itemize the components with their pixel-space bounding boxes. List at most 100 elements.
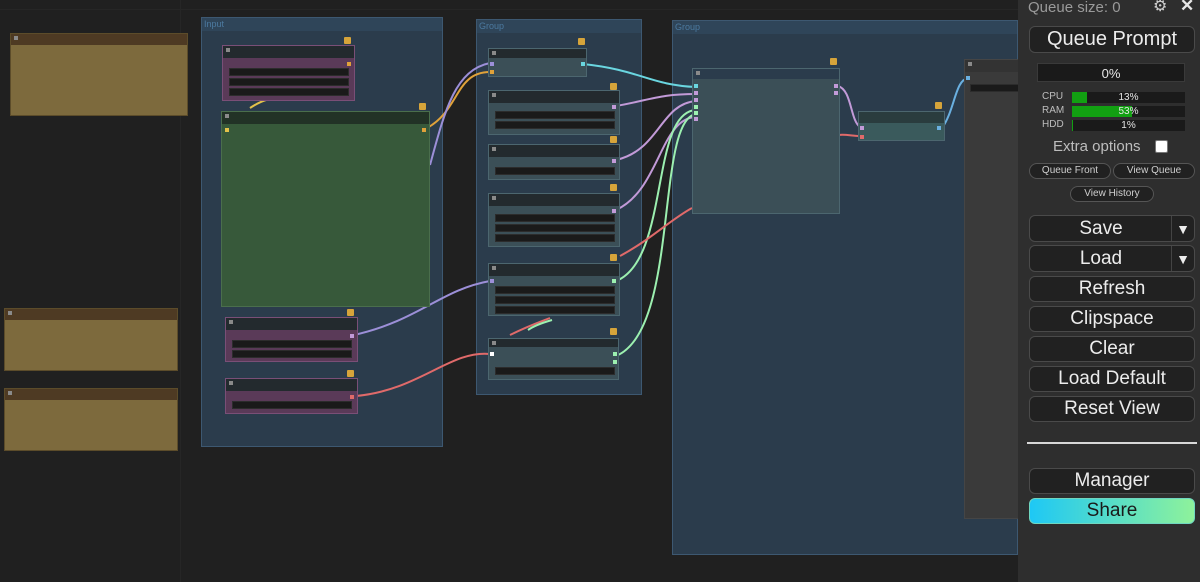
node-preview-image[interactable]: [964, 59, 1018, 519]
output-port[interactable]: [834, 84, 838, 88]
collapse-icon[interactable]: [229, 381, 233, 385]
node-teal[interactable]: [488, 193, 620, 247]
extra-options-label: Extra options: [1053, 138, 1141, 155]
widget-field[interactable]: [232, 350, 352, 358]
widget-field[interactable]: [495, 367, 615, 375]
widget-field[interactable]: [232, 340, 352, 348]
output-port[interactable]: [612, 105, 616, 109]
node-teal[interactable]: [488, 90, 620, 135]
hdd-label: HDD: [1042, 119, 1064, 130]
queue-prompt-button[interactable]: Queue Prompt: [1029, 26, 1195, 53]
gear-icon[interactable]: ⚙: [1153, 0, 1167, 16]
cpu-label: CPU: [1042, 91, 1064, 102]
node-decode[interactable]: [858, 111, 945, 141]
widget-field[interactable]: [229, 78, 349, 86]
input-port[interactable]: [225, 128, 229, 132]
collapse-icon[interactable]: [492, 196, 496, 200]
node-purple[interactable]: [225, 317, 358, 362]
collapse-icon[interactable]: [492, 147, 496, 151]
clear-button[interactable]: Clear: [1029, 336, 1195, 362]
load-default-button[interactable]: Load Default: [1029, 366, 1195, 392]
reset-view-button[interactable]: Reset View: [1029, 396, 1195, 422]
widget-field[interactable]: [495, 306, 615, 314]
collapse-icon[interactable]: [225, 114, 229, 118]
input-port[interactable]: [694, 98, 698, 102]
widget-field[interactable]: [232, 401, 352, 409]
input-port[interactable]: [490, 70, 494, 74]
node-teal[interactable]: [488, 48, 587, 77]
input-port[interactable]: [966, 76, 970, 80]
node-sampler[interactable]: [692, 68, 840, 214]
node-badge-icon: [578, 38, 585, 45]
manager-button[interactable]: Manager: [1029, 468, 1195, 494]
input-port[interactable]: [694, 84, 698, 88]
workflow-canvas[interactable]: Input Group Group: [0, 0, 1018, 582]
input-port[interactable]: [694, 111, 698, 115]
view-history-button[interactable]: View History: [1070, 186, 1154, 202]
output-port[interactable]: [613, 360, 617, 364]
collapse-icon[interactable]: [696, 71, 700, 75]
input-port[interactable]: [490, 279, 494, 283]
refresh-button[interactable]: Refresh: [1029, 276, 1195, 302]
node-purple[interactable]: [225, 378, 358, 414]
node-green-image[interactable]: [221, 111, 430, 307]
output-port[interactable]: [613, 352, 617, 356]
collapse-icon[interactable]: [229, 320, 233, 324]
view-queue-button[interactable]: View Queue: [1113, 163, 1195, 179]
output-port[interactable]: [347, 62, 351, 66]
collapse-icon[interactable]: [968, 62, 972, 66]
load-label: Load: [1079, 248, 1123, 269]
node-teal[interactable]: [488, 338, 619, 380]
collapse-icon[interactable]: [492, 51, 496, 55]
load-button[interactable]: Load ▼: [1029, 245, 1195, 272]
node-badge-icon: [347, 370, 354, 377]
widget-field[interactable]: [495, 286, 615, 294]
node-teal[interactable]: [488, 144, 620, 180]
collapse-icon[interactable]: [492, 341, 496, 345]
widget-field[interactable]: [495, 224, 615, 232]
widget-field[interactable]: [495, 296, 615, 304]
input-port[interactable]: [490, 62, 494, 66]
output-port[interactable]: [612, 209, 616, 213]
node-badge-icon: [610, 328, 617, 335]
progress-bar: 0%: [1037, 63, 1185, 82]
widget-field[interactable]: [495, 214, 615, 222]
node-badge-icon: [344, 37, 351, 44]
output-port[interactable]: [422, 128, 426, 132]
input-port[interactable]: [694, 117, 698, 121]
save-dropdown-icon[interactable]: ▼: [1171, 216, 1194, 241]
collapse-icon[interactable]: [492, 93, 496, 97]
widget-field[interactable]: [495, 234, 615, 242]
input-port[interactable]: [694, 91, 698, 95]
output-port[interactable]: [581, 62, 585, 66]
share-button[interactable]: Share: [1029, 498, 1195, 524]
cpu-meter: 13%: [1072, 92, 1185, 103]
clipspace-button[interactable]: Clipspace: [1029, 306, 1195, 332]
output-port[interactable]: [834, 91, 838, 95]
widget-field[interactable]: [495, 167, 615, 175]
output-port[interactable]: [350, 395, 354, 399]
widget-field[interactable]: [495, 121, 615, 129]
input-port[interactable]: [860, 126, 864, 130]
input-port[interactable]: [860, 135, 864, 139]
load-dropdown-icon[interactable]: ▼: [1171, 246, 1194, 271]
close-icon[interactable]: ✕: [1180, 0, 1194, 16]
collapse-icon[interactable]: [492, 266, 496, 270]
save-button[interactable]: Save ▼: [1029, 215, 1195, 242]
output-port[interactable]: [612, 279, 616, 283]
extra-options-checkbox[interactable]: [1155, 140, 1168, 153]
widget-field[interactable]: [229, 68, 349, 76]
progress-text: 0%: [1101, 66, 1121, 81]
node-purple[interactable]: [222, 45, 355, 101]
output-port[interactable]: [612, 159, 616, 163]
collapse-icon[interactable]: [226, 48, 230, 52]
output-port[interactable]: [937, 126, 941, 130]
input-port[interactable]: [490, 352, 494, 356]
output-port[interactable]: [350, 334, 354, 338]
widget-field[interactable]: [229, 88, 349, 96]
widget-field[interactable]: [495, 111, 615, 119]
queue-front-button[interactable]: Queue Front: [1029, 163, 1111, 179]
input-port[interactable]: [694, 105, 698, 109]
widget-field[interactable]: [970, 84, 1018, 92]
node-teal[interactable]: [488, 263, 620, 316]
